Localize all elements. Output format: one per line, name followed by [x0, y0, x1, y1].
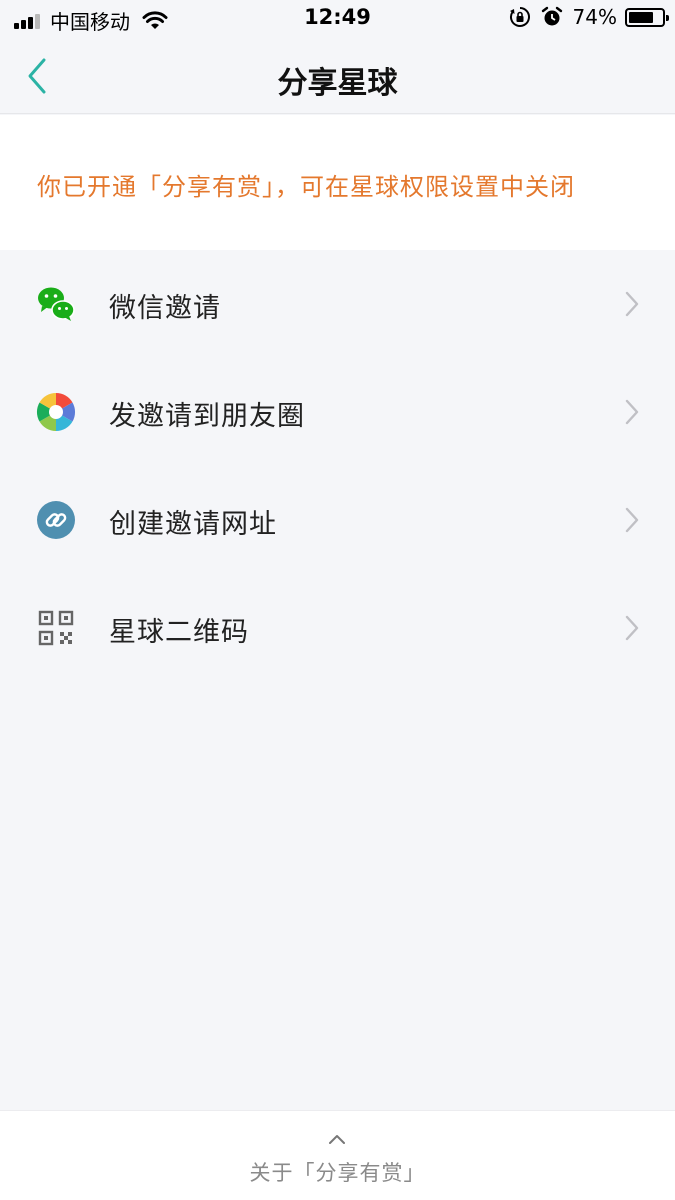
menu-item-label: 星球二维码 — [109, 617, 249, 648]
menu-item-label: 微信邀请 — [109, 293, 221, 324]
chevron-right-icon — [625, 291, 639, 317]
share-planet-screen: 中国移动 12:49 74% 分享星球 你已开通「分享有赏」，可在星球权限设置中… — [0, 0, 675, 1200]
rotation-lock-icon — [509, 7, 530, 27]
menu-item-create-invite-link[interactable]: 创建邀请网址 — [0, 466, 675, 574]
menu-item-label: 创建邀请网址 — [109, 509, 277, 540]
qr-code-icon — [38, 610, 74, 646]
page-title: 分享星球 — [277, 66, 398, 101]
nav-bar: 分享星球 — [0, 38, 675, 114]
menu-item-label: 发邀请到朋友圈 — [109, 401, 305, 432]
chevron-right-icon — [625, 507, 639, 533]
status-bar: 中国移动 12:49 74% — [0, 0, 675, 38]
share-options-list: 微信邀请 发邀请到朋友圈 创建邀请网址 星球二维码 — [0, 250, 675, 682]
alarm-icon — [541, 6, 562, 26]
menu-item-planet-qr-code[interactable]: 星球二维码 — [0, 574, 675, 682]
battery-fill — [629, 11, 653, 23]
link-icon — [37, 501, 75, 539]
battery-icon — [625, 7, 669, 27]
about-share-reward-label: 关于「分享有赏」 — [249, 1161, 426, 1185]
moments-icon — [36, 392, 76, 432]
wechat-icon — [38, 287, 75, 321]
battery-percent: 74% — [572, 5, 617, 29]
about-share-reward-button[interactable]: 关于「分享有赏」 — [0, 1110, 675, 1200]
chevron-right-icon — [625, 399, 639, 425]
chevron-up-icon — [329, 1135, 345, 1144]
status-right: 74% — [509, 5, 669, 29]
notice-text: 你已开通「分享有赏」，可在星球权限设置中关闭 — [37, 173, 575, 201]
chevron-right-icon — [625, 615, 639, 641]
menu-item-moments-invite[interactable]: 发邀请到朋友圈 — [0, 358, 675, 466]
share-reward-notice: 你已开通「分享有赏」，可在星球权限设置中关闭 — [0, 115, 675, 250]
menu-item-wechat-invite[interactable]: 微信邀请 — [0, 250, 675, 358]
